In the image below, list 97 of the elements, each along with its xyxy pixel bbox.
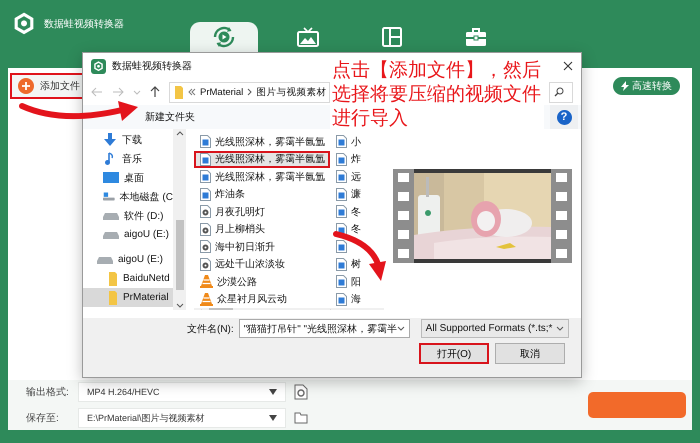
video-file-icon <box>200 135 211 148</box>
double-chevron-icon <box>188 88 196 96</box>
caret-icon <box>269 389 277 395</box>
disc-file-icon <box>200 258 211 271</box>
video-file-icon <box>200 188 211 201</box>
field-label: 输出格式: <box>26 386 70 399</box>
open-button[interactable]: 打开(O) <box>419 343 489 364</box>
scroll-up-icon[interactable] <box>176 131 184 136</box>
convert-icon <box>211 24 237 50</box>
file-item[interactable]: 沙漠公路 <box>194 273 330 290</box>
nav-item[interactable]: 下载 <box>83 130 173 149</box>
drive-icon <box>103 230 119 238</box>
up-icon[interactable] <box>150 86 160 98</box>
file-item[interactable]: 光线照深林，雾霭半氤氲 <box>194 150 330 168</box>
cancel-button[interactable]: 取消 <box>495 343 565 364</box>
file-item[interactable]: 远处千山浓淡妆 <box>194 256 330 273</box>
caret-icon <box>269 415 277 421</box>
drive-icon <box>97 256 113 264</box>
file-item[interactable]: 海 <box>330 290 364 308</box>
field-label: 文件名(N): <box>187 322 234 336</box>
nav-item[interactable]: 软件 (D:) <box>83 206 173 225</box>
video-file-icon <box>336 292 347 306</box>
close-icon[interactable] <box>563 61 573 71</box>
app-title: 数据蛙视频转换器 <box>44 18 124 31</box>
search-field[interactable] <box>549 82 573 102</box>
file-item[interactable]: 濂 <box>330 186 364 203</box>
disc-file-icon <box>200 222 211 236</box>
dropdown-icon[interactable] <box>556 326 564 331</box>
tab[interactable] <box>190 22 258 52</box>
nav-item[interactable]: BaiduNetd <box>83 269 173 288</box>
video-file-icon <box>336 258 347 271</box>
folder-icon <box>175 86 184 98</box>
video-file-icon <box>336 205 347 218</box>
file-item[interactable]: 冬 <box>330 220 364 238</box>
dropdown-icon[interactable] <box>396 326 405 331</box>
scrollbar-thumb[interactable] <box>176 220 184 290</box>
video-file-icon <box>336 275 347 288</box>
format-dropdown[interactable]: MP4 H.264/HEVC <box>78 382 286 402</box>
video-file-icon <box>200 152 211 166</box>
video-file-icon <box>336 152 347 166</box>
video-file-icon <box>336 188 347 201</box>
disc-file-icon <box>200 205 211 218</box>
nav-item[interactable]: aigoU (E:) <box>83 250 173 269</box>
file-item[interactable]: 阳 <box>330 273 364 290</box>
lightning-icon <box>621 81 629 91</box>
file-item[interactable]: 树 <box>330 256 364 273</box>
video-file-icon <box>200 170 211 184</box>
filename-field[interactable]: "猫猫打吊针" "光线照深林，雾霭半 <box>238 319 410 338</box>
folder-icon <box>108 272 118 286</box>
file-item[interactable]: 远 <box>330 168 364 186</box>
file-item[interactable]: 小 <box>330 133 364 150</box>
logo-icon <box>12 12 36 36</box>
file-item[interactable]: 月夜孔明灯 <box>194 203 330 220</box>
field-label: 保存至: <box>26 412 60 425</box>
scroll-down-icon[interactable] <box>176 303 184 308</box>
new-folder-button[interactable]: 新建文件夹 <box>145 110 195 124</box>
nav-item[interactable]: 本地磁盘 (C <box>83 187 173 206</box>
nav-item[interactable]: 音乐 <box>83 149 173 168</box>
folder-icon[interactable] <box>294 412 308 424</box>
toolbox-icon <box>465 27 487 47</box>
layout-icon <box>382 27 402 47</box>
video-file-icon <box>336 170 347 184</box>
drive-icon <box>103 190 115 203</box>
video-file-icon <box>336 135 347 148</box>
file-item[interactable]: 众星衬月风云动 <box>194 290 330 308</box>
help-button[interactable]: ? <box>550 105 578 129</box>
folder-icon <box>108 290 118 304</box>
address-bar[interactable]: PrMaterial 图片与视频素材 <box>169 82 330 102</box>
video-file-icon <box>336 240 347 254</box>
drive-icon <box>103 212 119 220</box>
file-type-dropdown[interactable]: All Supported Formats (*.ts;* <box>420 319 569 338</box>
file-item[interactable]: 海中初日渐升 <box>194 238 330 256</box>
nav-item[interactable]: aigoU (E:) <box>83 225 173 244</box>
file-item[interactable]: 月上柳梢头 <box>194 220 330 238</box>
desktop-icon <box>103 171 119 184</box>
dialog-title: 数据蛙视频转换器 <box>112 60 192 73</box>
path-segment[interactable]: PrMaterial <box>200 86 244 98</box>
cone-icon <box>200 275 213 288</box>
file-item[interactable]: 炸油条 <box>194 186 330 203</box>
logo-icon <box>93 60 104 72</box>
disc-file-icon <box>200 240 211 254</box>
cone-icon <box>200 292 213 306</box>
fast-convert-button[interactable]: 高速转换 <box>613 77 680 95</box>
nav-item[interactable]: 桌面 <box>83 168 173 187</box>
plus-icon <box>18 78 34 94</box>
file-item[interactable]: 光线照深林，雾霭半氤氲 <box>194 168 330 186</box>
path-segment[interactable]: 图片与视频素材 <box>256 86 326 98</box>
file-item[interactable]: 光线照深林，雾霭半氤氲 <box>194 133 330 150</box>
download-icon <box>103 132 117 146</box>
scrollbar[interactable] <box>173 129 186 310</box>
file-item[interactable]: 冬 <box>330 203 364 220</box>
nav-item[interactable]: PrMaterial <box>83 288 173 307</box>
tv-icon <box>297 27 319 47</box>
file-item[interactable]: 炸 <box>330 150 364 168</box>
chevron-icon <box>247 88 252 96</box>
save-path-dropdown[interactable]: E:\PrMaterial\图片与视频素材 <box>78 408 286 428</box>
search-icon <box>554 87 564 97</box>
